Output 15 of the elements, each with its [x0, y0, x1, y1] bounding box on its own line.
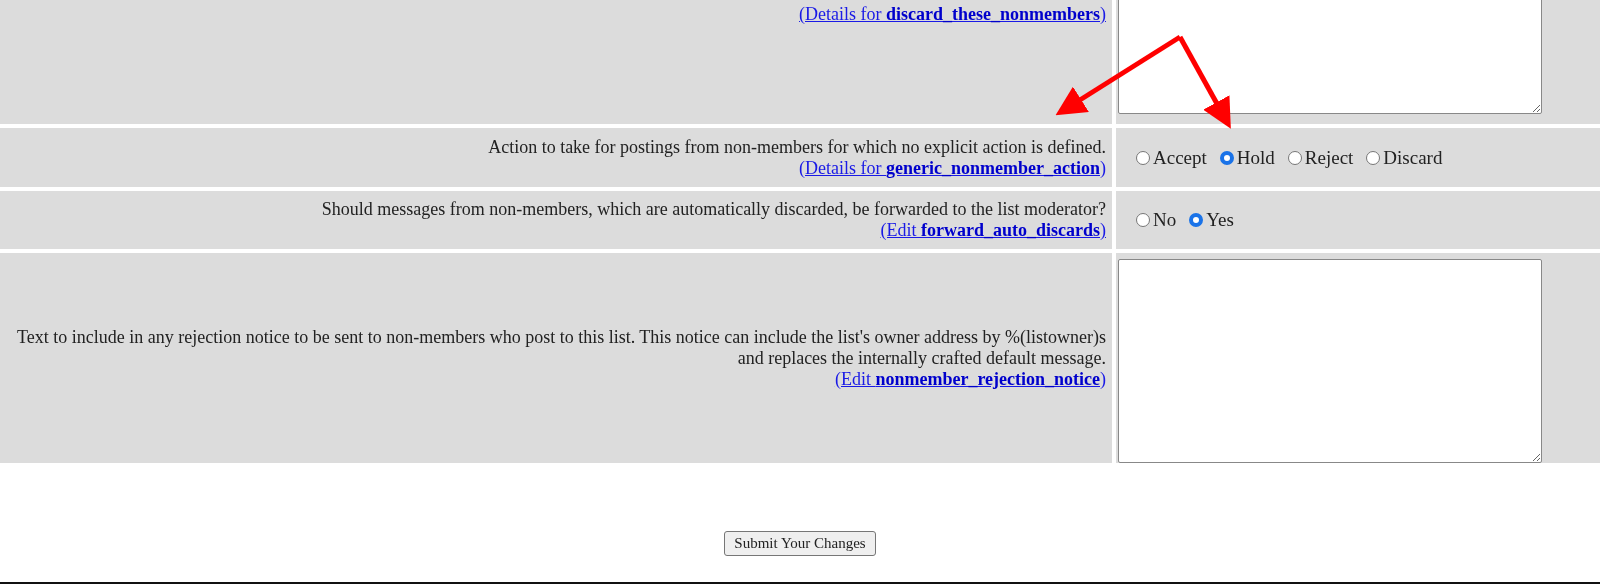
- details-link[interactable]: (Details for discard_these_nonmembers): [799, 4, 1106, 25]
- radio-option[interactable]: Yes: [1189, 209, 1234, 231]
- text-area[interactable]: [1118, 0, 1542, 114]
- field-description: Action to take for postings from non-members for which no explicit action is defined.: [488, 136, 1106, 158]
- radio-option[interactable]: Accept: [1136, 146, 1207, 169]
- field-description: Should messages from non-members, which are automatically discarded, be forwarded to the list moderator?: [321, 199, 1106, 220]
- radio-option[interactable]: Hold: [1219, 146, 1275, 169]
- details-link[interactable]: (Edit nonmember_rejection_notice): [834, 368, 1106, 390]
- radio-option[interactable]: No: [1136, 209, 1177, 231]
- submit-button[interactable]: Submit Your Changes: [724, 531, 876, 556]
- radio-option[interactable]: Reject: [1287, 146, 1354, 169]
- field-description: Text to include in any rejection notice to be sent to non-members who post to this list. This notice can include the list's owner address by %(listowner)s and replaces the internally crafted default message.: [16, 326, 1106, 369]
- details-link[interactable]: (Edit forward_auto_discards): [880, 220, 1106, 241]
- details-link[interactable]: (Details for generic_nonmember_action): [799, 157, 1106, 179]
- radio-option[interactable]: Discard: [1366, 146, 1443, 169]
